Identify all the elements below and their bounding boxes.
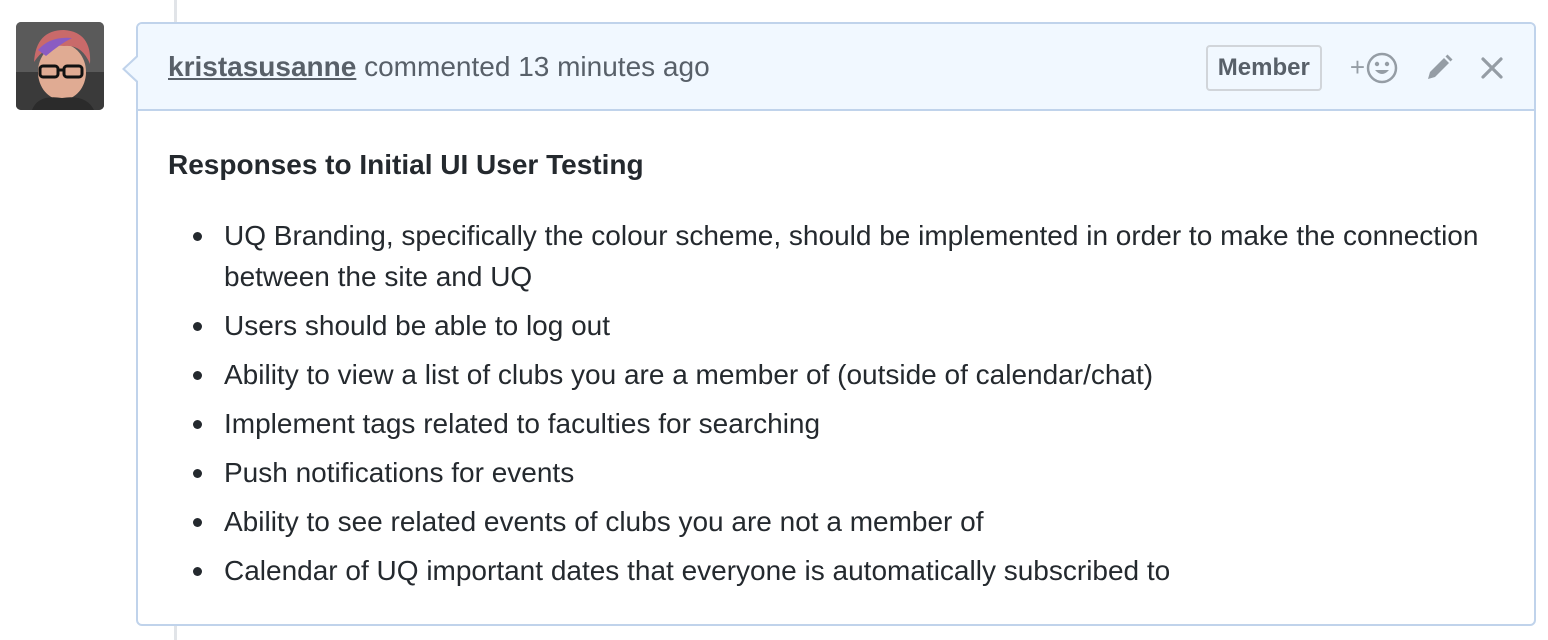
author-link[interactable]: kristasusanne bbox=[168, 51, 356, 83]
list-item: Users should be able to log out bbox=[193, 305, 1504, 346]
add-reaction-button[interactable]: + bbox=[1350, 52, 1398, 84]
comment: kristasusanne commented 13 minutes ago M… bbox=[122, 22, 1536, 626]
delete-button[interactable] bbox=[1480, 56, 1504, 80]
list-item: Calendar of UQ important dates that ever… bbox=[193, 550, 1504, 591]
comment-actions: Member + bbox=[1205, 24, 1504, 111]
avatar[interactable] bbox=[16, 22, 104, 110]
comment-timestamp[interactable]: 13 minutes ago bbox=[518, 51, 709, 83]
plus-icon: + bbox=[1349, 52, 1365, 82]
smiley-icon bbox=[1366, 52, 1398, 83]
comment-body: Responses to Initial UI User Testing UQ … bbox=[138, 111, 1534, 591]
response-list: UQ Branding, specifically the colour sch… bbox=[168, 215, 1504, 591]
comment-action: commented bbox=[364, 50, 511, 82]
comment-heading: Responses to Initial UI User Testing bbox=[168, 149, 644, 180]
list-item: UQ Branding, specifically the colour sch… bbox=[193, 215, 1504, 297]
comment-header: kristasusanne commented 13 minutes ago M… bbox=[138, 24, 1534, 111]
list-item: Push notifications for events bbox=[193, 452, 1504, 493]
pencil-icon bbox=[1428, 54, 1453, 79]
list-item: Implement tags related to faculties for … bbox=[193, 403, 1504, 444]
list-item: Ability to view a list of clubs you are … bbox=[193, 354, 1504, 395]
member-badge: Member bbox=[1205, 44, 1322, 91]
edit-button[interactable] bbox=[1424, 53, 1454, 83]
list-item: Ability to see related events of clubs y… bbox=[193, 501, 1504, 542]
close-icon bbox=[1481, 56, 1503, 79]
